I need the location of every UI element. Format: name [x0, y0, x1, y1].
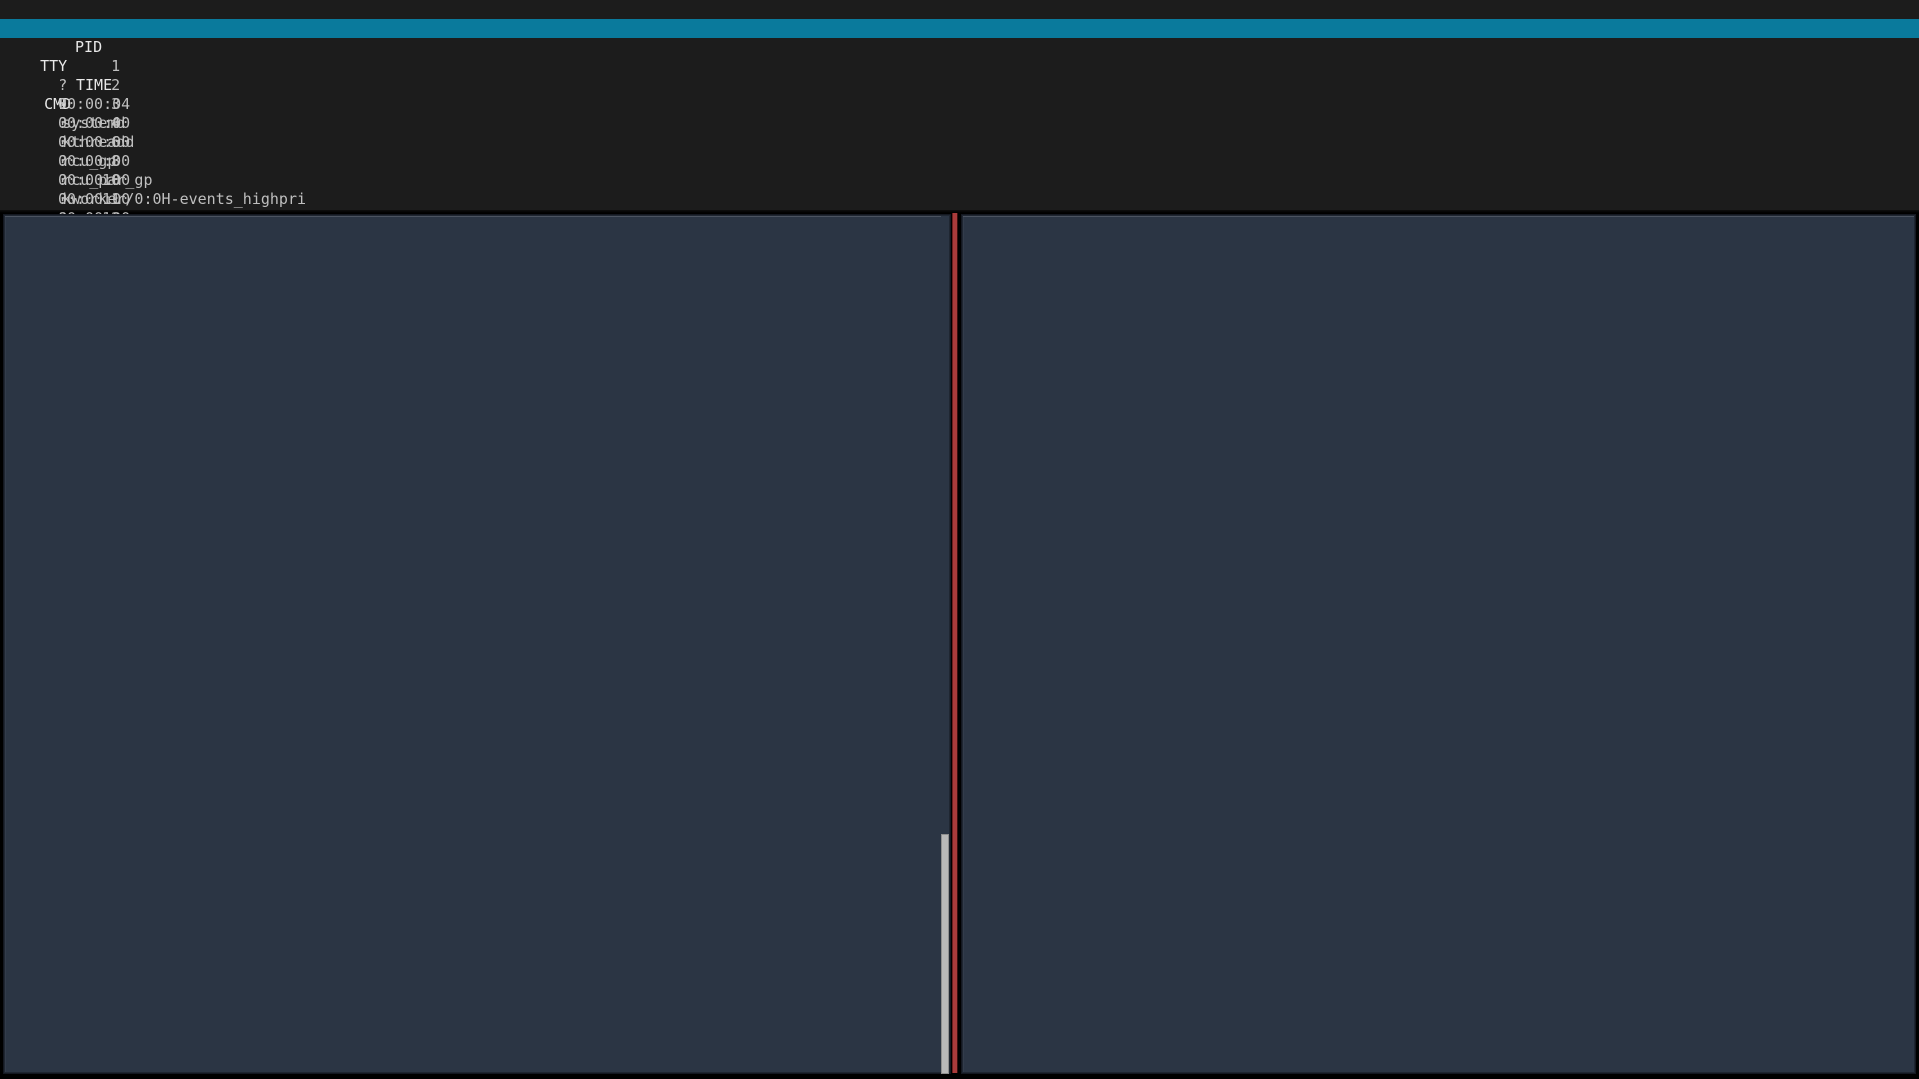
scrollbar-thumb[interactable]	[941, 834, 949, 1074]
ps-rows: 1 ? 00:00:04 systemd 2 ? 00:00:00 kthrea…	[0, 38, 1919, 209]
pane-left[interactable]	[4, 215, 950, 1073]
pane-right[interactable]	[962, 215, 1915, 1073]
scrollbar-track[interactable]	[941, 216, 949, 1072]
ps-cell-pid: 10	[54, 171, 120, 190]
ps-cell-pid: 1	[54, 57, 120, 76]
terminal-prompt-line[interactable]	[6, 0, 44, 19]
tiling-area	[0, 211, 1919, 1079]
ps-header-row: PID TTY TIME CMD	[0, 19, 1919, 38]
ps-cell-pid: 6	[54, 133, 120, 152]
ps-cell-pid: 11	[54, 190, 120, 209]
table-row: 6 ? 00:00:00 kworker/0:0H-events_highpri	[0, 114, 1919, 133]
table-row: 3 ? 00:00:00 rcu_gp	[0, 76, 1919, 95]
table-row: 4 ? 00:00:00 rcu_par_gp	[0, 95, 1919, 114]
ps-cell-pid: 8	[54, 152, 120, 171]
ps-cell-pid: 4	[54, 114, 120, 133]
table-row: 11 ? 00:00:00 rcu_tasks_rude_	[0, 171, 1919, 190]
table-row: 10 ? 00:00:00 rcu_tasks_kthre	[0, 152, 1919, 171]
terminal-pane-top[interactable]: PID TTY TIME CMD 1 ? 00:00:04 systemd 2 …	[0, 0, 1919, 210]
table-row: 1 ? 00:00:04 systemd	[0, 38, 1919, 57]
table-row: 8 ? 00:00:00 mm_percpu_wq	[0, 133, 1919, 152]
ps-cell-pid: 2	[54, 76, 120, 95]
pane-divider-active[interactable]	[953, 213, 957, 1073]
ps-cell-pid: 3	[54, 95, 120, 114]
table-row: 2 ? 00:00:00 kthreadd	[0, 57, 1919, 76]
desktop-bottom-strip	[0, 1075, 1919, 1079]
